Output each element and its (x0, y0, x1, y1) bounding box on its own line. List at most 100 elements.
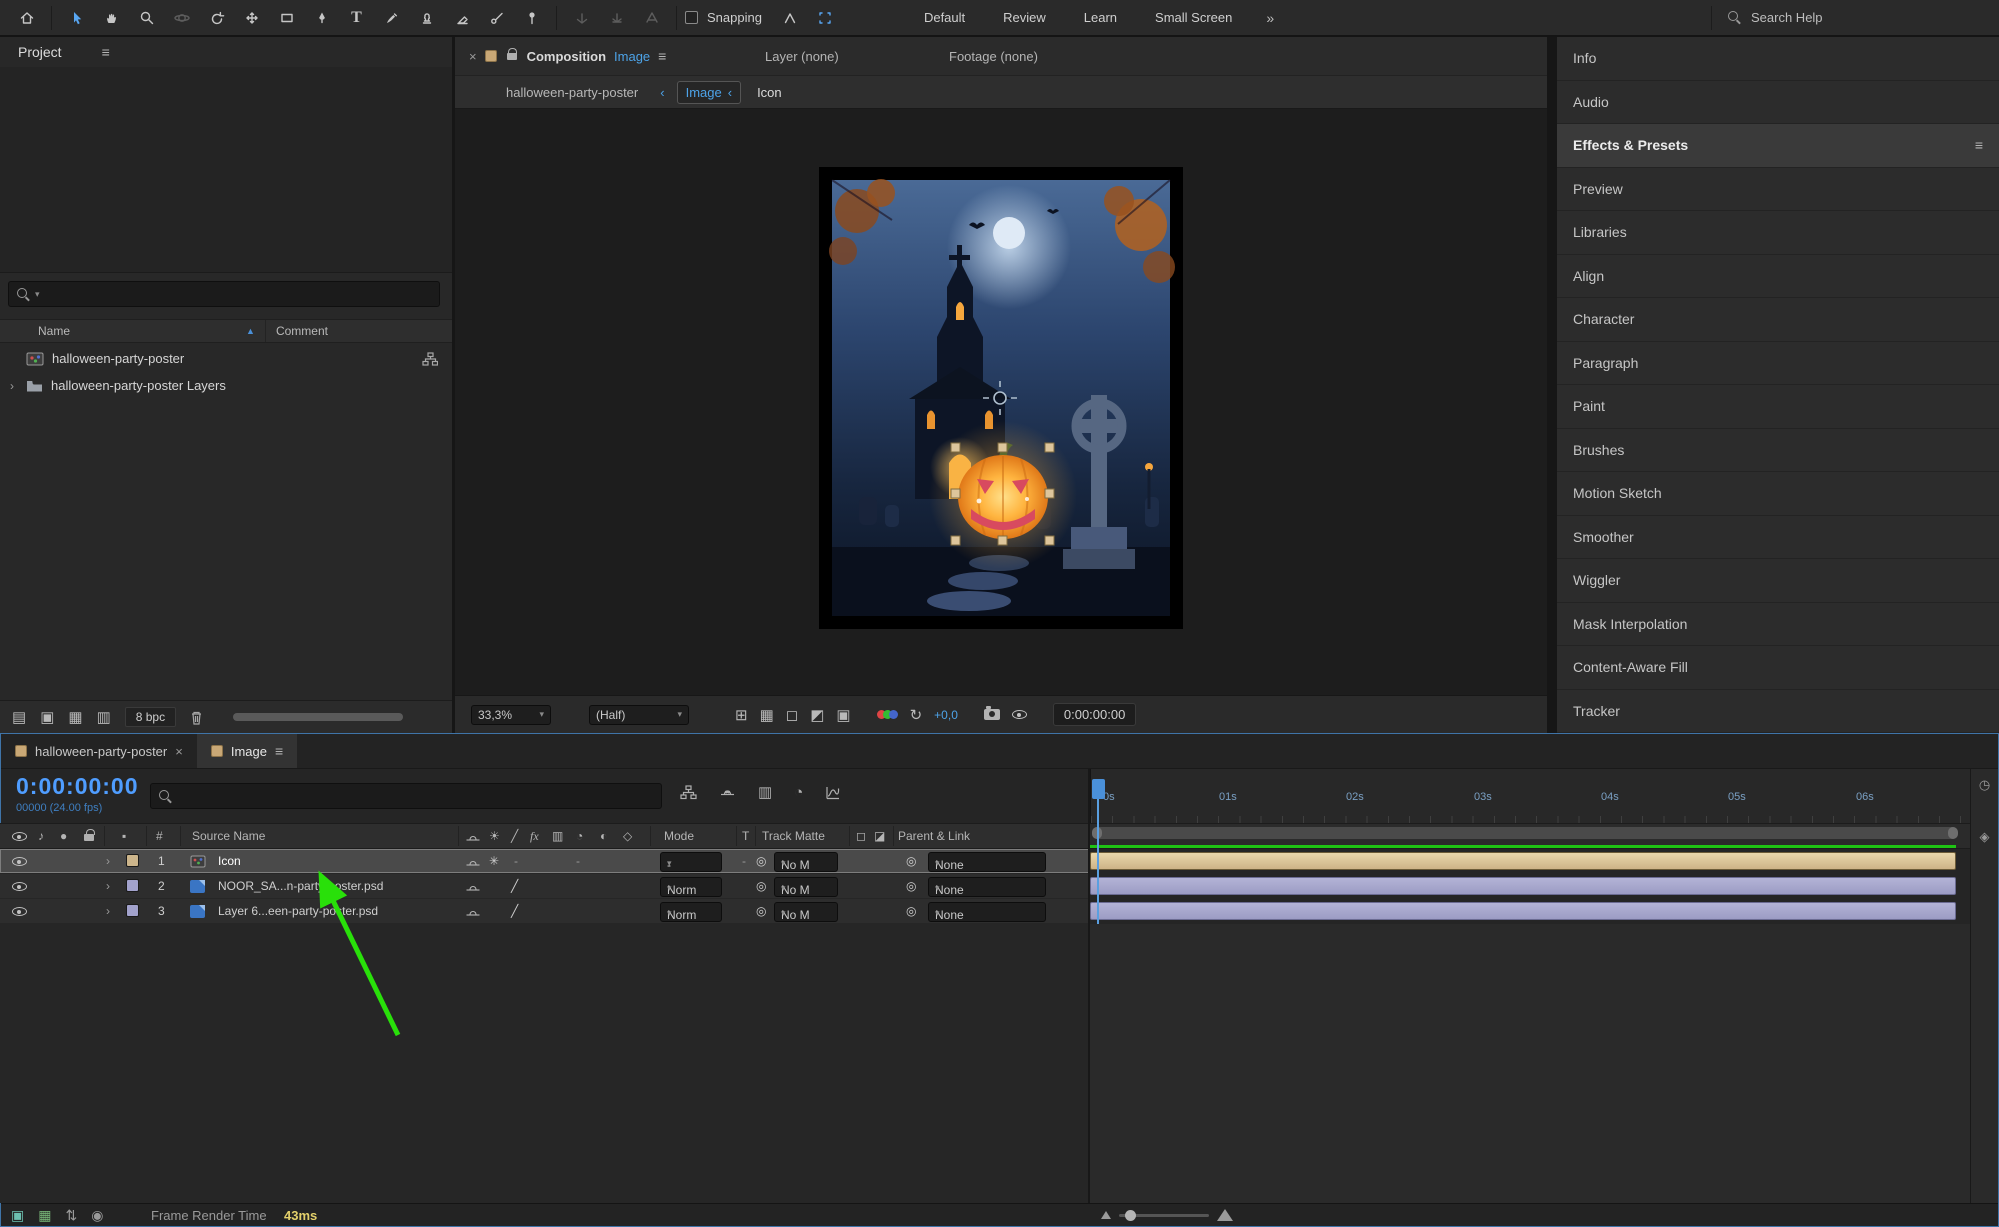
track-matte-dropdown[interactable]: No M ▾ (774, 852, 838, 872)
project-item-folder[interactable]: › halloween-party-poster Layers (0, 372, 452, 399)
shy-icon[interactable] (719, 785, 736, 799)
expand-chevron-icon[interactable]: › (6, 379, 18, 393)
tab-footage[interactable]: Footage (none) (949, 49, 1038, 64)
preserve-transparency-icon[interactable]: ◻ (856, 829, 866, 843)
timeline-tab-image[interactable]: Image ≡ (197, 734, 297, 768)
breadcrumb-comp[interactable]: halloween-party-poster (506, 85, 638, 100)
quality-toggle-icon[interactable]: ╱ (511, 879, 518, 893)
show-channel-icon[interactable] (877, 710, 898, 719)
zoom-slider[interactable] (1119, 1214, 1209, 1217)
frame-blend-icon[interactable]: ▥ (758, 783, 772, 801)
resolution-dropdown[interactable]: (Half) ▾ (589, 705, 689, 725)
workspace-review[interactable]: Review (985, 10, 1064, 25)
panel-info[interactable]: Info (1557, 37, 1999, 81)
transparency-grid-icon[interactable]: ◩ (810, 706, 824, 724)
mini-flowchart-icon[interactable] (680, 785, 697, 800)
workspace-default[interactable]: Default (906, 10, 983, 25)
panel-content-aware-fill[interactable]: Content-Aware Fill (1557, 646, 1999, 690)
mask-visibility-icon[interactable]: ▦ (760, 706, 774, 724)
column-number[interactable]: # (156, 829, 163, 843)
puppet-pin-tool[interactable] (515, 4, 548, 31)
playhead-handle[interactable] (1092, 779, 1105, 799)
close-icon[interactable]: × (469, 49, 477, 64)
blend-mode-dropdown[interactable]: Norm ▾ (660, 902, 722, 922)
quality-toggle[interactable]: - (514, 854, 518, 868)
workspace-small-screen[interactable]: Small Screen (1137, 10, 1250, 25)
panel-brushes[interactable]: Brushes (1557, 429, 1999, 473)
comp-marker-icon[interactable]: ◷ (1971, 777, 1998, 793)
column-mode[interactable]: Mode (664, 829, 694, 843)
eraser-tool[interactable] (445, 4, 478, 31)
composition-viewer[interactable] (455, 109, 1547, 695)
frame-blend-icon[interactable]: ▥ (552, 829, 563, 843)
type-tool[interactable]: T (340, 4, 373, 31)
interpret-footage-icon[interactable]: ▤ (12, 708, 26, 726)
axis-mode-local-icon[interactable] (565, 4, 598, 31)
shy-toggle-icon[interactable] (465, 856, 481, 869)
timeline-empty-track[interactable] (1090, 924, 1970, 1203)
horizontal-scrollbar[interactable] (233, 713, 403, 721)
axis-mode-view-icon[interactable] (635, 4, 668, 31)
panel-effects-presets[interactable]: Effects & Presets ≡ (1557, 124, 1999, 168)
layer-bar-row-1[interactable] (1090, 849, 1956, 874)
parent-pickwhip-icon[interactable]: ◎ (906, 879, 916, 893)
magnification-dropdown[interactable]: 33,3% ▾ (471, 705, 551, 725)
snap-bounds-icon[interactable] (809, 4, 842, 31)
rotation-tool[interactable] (200, 4, 233, 31)
reset-exposure-icon[interactable]: ↻ (910, 706, 923, 724)
fx-icon[interactable]: fx (530, 829, 539, 844)
new-composition-icon[interactable]: ▦ (68, 708, 82, 726)
breadcrumb-precomp[interactable]: Image ‹ (677, 81, 741, 104)
circle-dot-icon[interactable]: ◉ (91, 1207, 103, 1224)
breadcrumb-layer[interactable]: Icon (757, 85, 782, 100)
parent-pickwhip-icon[interactable]: ◎ (906, 904, 916, 918)
lock-icon[interactable] (507, 53, 517, 60)
layer-bar-row-2[interactable] (1090, 874, 1956, 899)
panel-audio[interactable]: Audio (1557, 81, 1999, 125)
track-matte-dropdown[interactable]: No M ▾ (774, 877, 838, 897)
selection-tool[interactable] (60, 4, 93, 31)
motion-blur-toggle[interactable]: - (576, 854, 580, 868)
visibility-eye-icon[interactable] (12, 907, 27, 916)
shy-toggle-icon[interactable] (465, 906, 481, 919)
panel-smoother[interactable]: Smoother (1557, 516, 1999, 560)
lock-column-icon[interactable] (84, 834, 94, 841)
collapse-toggle-icon[interactable]: ✳ (489, 854, 499, 868)
shy-switch-icon[interactable] (465, 831, 481, 844)
close-icon[interactable]: × (175, 744, 183, 759)
tab-composition[interactable]: Composition (527, 49, 606, 64)
blend-mode-dropdown[interactable]: - ▾ (660, 852, 722, 872)
pan-behind-tool[interactable] (235, 4, 268, 31)
timeline-divider[interactable] (1088, 769, 1090, 1203)
panel-wiggler[interactable]: Wiggler (1557, 559, 1999, 603)
t-toggle[interactable]: - (742, 854, 746, 868)
parent-pickwhip-icon[interactable]: ◎ (906, 854, 916, 868)
panel-character[interactable]: Character (1557, 298, 1999, 342)
column-track-matte[interactable]: Track Matte (762, 829, 825, 843)
adjustment-layer-icon[interactable]: ◐ (600, 829, 607, 843)
preview-timecode[interactable]: 0:00:00:00 (1053, 703, 1136, 726)
layer-label-color[interactable] (126, 879, 139, 892)
layer-label-color[interactable] (126, 854, 139, 867)
current-timecode[interactable]: 0:00:00:00 (16, 773, 139, 800)
search-help-field[interactable]: Search Help (1689, 6, 1989, 30)
panel-menu-icon[interactable]: ≡ (102, 44, 110, 60)
panel-mask-interpolation[interactable]: Mask Interpolation (1557, 603, 1999, 647)
pen-tool[interactable] (305, 4, 338, 31)
orbit-camera-tool[interactable] (165, 4, 198, 31)
panel-paragraph[interactable]: Paragraph (1557, 342, 1999, 386)
transfer-mode-icon[interactable]: ◪ (874, 829, 885, 843)
playhead-line[interactable] (1097, 797, 1099, 924)
zoom-slider-thumb[interactable] (1125, 1210, 1136, 1221)
layer-row-3[interactable]: › 3 Layer 6...een-party-poster.psd ╱ Nor… (0, 899, 1090, 924)
layer-row-2[interactable]: › 2 NOOR_SA...n-party-poster.psd ╱ Norm … (0, 874, 1090, 899)
panel-motion-sketch[interactable]: Motion Sketch (1557, 472, 1999, 516)
blend-mode-dropdown[interactable]: Norm ▾ (660, 877, 722, 897)
project-settings-icon[interactable]: ▥ (97, 708, 111, 726)
home-icon[interactable] (10, 4, 43, 31)
layer-name[interactable]: Icon (218, 854, 241, 868)
expand-chevron-icon[interactable]: › (106, 854, 110, 868)
layer-name[interactable]: Layer 6...een-party-poster.psd (218, 904, 378, 918)
snap-angle-icon[interactable] (774, 4, 807, 31)
zoom-tool[interactable] (130, 4, 163, 31)
